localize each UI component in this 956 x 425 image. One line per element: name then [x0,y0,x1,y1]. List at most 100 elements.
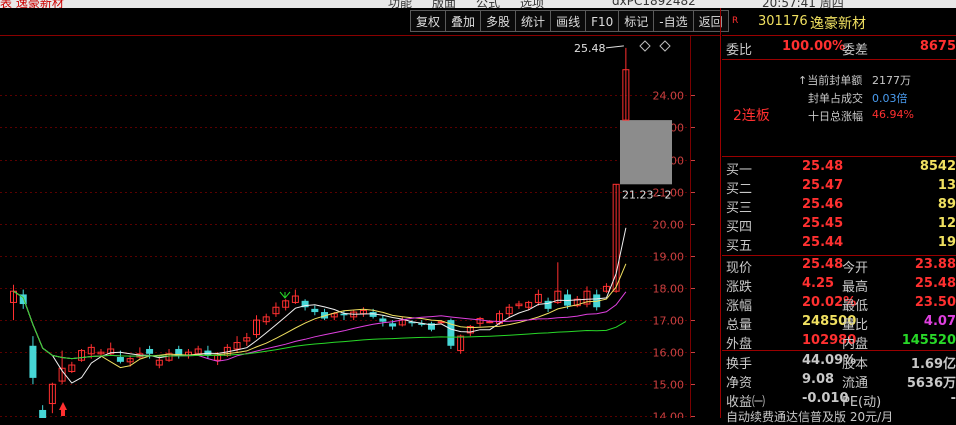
candle-body [311,308,319,313]
stat-row: 涨跌 4.25 最高 25.48 [722,275,956,295]
ten-day-gain-label: 十日总涨幅 [808,110,863,123]
bid-row[interactable]: 买二 25.47 13 [722,177,956,197]
candle-body [544,300,552,309]
bid-price: 25.44 [802,235,844,250]
candle-body [146,348,154,354]
stat-label-2: 股本 [842,357,869,372]
stat-label: 净资 [726,376,753,391]
down-arrow-icon [279,291,291,299]
bid-label: 买三 [726,201,753,216]
stat-row: 涨幅 20.02% 最低 23.50 [722,294,956,314]
ma60-line [13,290,627,360]
stat-value: 9.08 [802,372,835,387]
diamond-icon [659,40,671,52]
bid-price: 25.47 [802,178,844,193]
bid-price: 25.45 [802,216,844,231]
webi-label: 委比 [726,43,753,58]
stat-value-2: 145520 [901,333,956,348]
stat-label-2: 流通 [842,376,869,391]
bid-volume: 13 [937,178,956,193]
y-tick-label: 20.00 [653,219,685,232]
promo-text: 自动续费通达信普及版 20元/月 [726,410,894,424]
y-tick-label: 18.00 [653,283,685,296]
up-arrow-icon: ↑ [798,74,808,87]
stat-row: 总量 248500 量比 4.07 [722,313,956,333]
ma5-line [13,227,627,384]
y-tick-label: 19.00 [653,251,685,264]
gap-box [620,120,672,185]
stat-value-2: - [950,391,956,406]
seal-ratio-label: 封单占成交 [808,92,863,105]
candle-body [389,323,397,327]
ma20-line [13,290,627,362]
bid-volume: 12 [937,216,956,231]
bid-label: 买一 [726,163,753,178]
diamond-icon [639,40,651,52]
webi-row: 委比 100.00% 委差 8675 [722,38,956,58]
bid-volume: 19 [937,235,956,250]
candle-body [39,409,47,418]
candle-body [486,321,494,324]
candle-body [116,357,124,362]
stat-label: 涨幅 [726,299,753,314]
stat-value-2: 1.69亿 [910,357,956,372]
seal-amount-value: 2177万 [872,74,911,87]
stat-row: 收益㈠ -0.010 PE(动) - [722,390,956,410]
seal-amount-label: ↑当前封单额 [798,74,863,87]
stat-label-2: 今开 [842,261,869,276]
bid-price: 25.48 [802,159,844,174]
stat-row: 换手 44.09% 股本 1.69亿 [722,352,956,372]
stat-label-2: 量比 [842,318,869,333]
stock-code: 301176 [758,14,808,29]
quote-panel: R 301176 逸豪新材 委比 100.00% 委差 8675 ↑当前封单额 … [722,8,956,424]
stat-value-2: 23.88 [914,257,956,272]
high-price-label: 25.48 [574,42,606,55]
bid-label: 买五 [726,239,753,254]
y-tick-label: 15.00 [653,379,685,392]
seal-ratio-value: 0.03倍 [872,92,908,105]
candle-body [379,318,387,322]
gap-range-label: 21.23 - 2 [622,188,671,201]
stat-row: 外盘 102980 内盘 145520 [722,332,956,352]
stock-name: 逸豪新材 [810,16,866,32]
stat-label: 现价 [726,261,753,276]
panel-divider [720,8,721,418]
ten-day-gain-value: 46.94% [872,108,914,121]
buy-arrow-icon [59,402,67,416]
stat-label: 总量 [726,318,753,333]
y-tick-label: 14.00 [653,411,685,419]
y-tick-label: 16.00 [653,347,685,360]
bid-price: 25.46 [802,197,844,212]
stat-value-2: 5636万 [906,376,956,391]
stat-value: 25.48 [802,257,844,272]
bid-volume: 8542 [919,159,956,174]
candle-body [29,345,37,378]
axis-divider [690,36,691,418]
stat-row: 现价 25.48 今开 23.88 [722,256,956,276]
r-badge: R [732,16,739,26]
clock: 20:57:41 周四 [762,0,844,8]
bid-row[interactable]: 买五 25.44 19 [722,234,956,254]
weicha-value: 8675 [919,39,956,54]
high-price-pointer [605,45,624,49]
bid-volume: 89 [937,197,956,212]
stat-label: 涨跌 [726,280,753,295]
weicha-label: 委差 [842,43,869,58]
bid-row[interactable]: 买四 25.45 12 [722,215,956,235]
bid-label: 买四 [726,220,753,235]
bid-row[interactable]: 买三 25.46 89 [722,196,956,216]
stat-value: 4.25 [802,276,835,291]
stat-label-2: 最低 [842,299,869,314]
stat-value-2: 23.50 [914,295,956,310]
stat-value-2: 4.07 [923,314,956,329]
y-tick-label: 24.00 [653,90,685,103]
y-tick-label: 17.00 [653,315,685,328]
stat-label-2: 最高 [842,280,869,295]
candlestick-chart[interactable]: 24.0023.0022.0021.0020.0019.0018.0017.00… [0,0,720,418]
bid-label: 买二 [726,182,753,197]
webi-value: 100.00% [782,39,846,54]
stat-label: 换手 [726,357,753,372]
bid-row[interactable]: 买一 25.48 8542 [722,158,956,178]
stat-row: 净资 9.08 流通 5636万 [722,371,956,391]
stat-value-2: 25.48 [914,276,956,291]
